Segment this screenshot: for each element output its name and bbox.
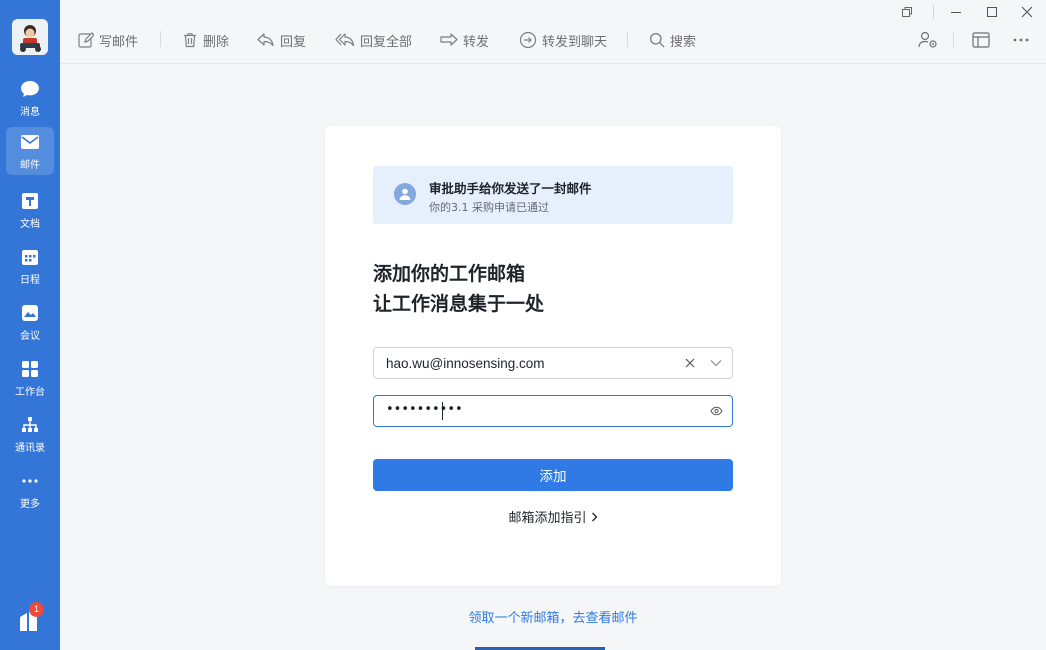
banner-title: 审批助手给你发送了一封邮件 [429,181,592,196]
notification-banner: 审批助手给你发送了一封邮件 你的3.1 采购申请已通过 [373,166,733,224]
sidebar-item-label: 消息 [20,107,40,118]
toolbar-separator [160,31,161,47]
close-icon [1021,6,1033,18]
minimize-button[interactable] [945,2,967,22]
notifications-button[interactable]: 1 [16,602,44,633]
delete-button[interactable]: 删除 [182,28,229,52]
sidebar-item-label: 日程 [20,275,40,286]
sidebar-item-calendar[interactable]: 日程 [6,242,54,290]
toolbar: 写邮件 删除 回复 回复全部 转发 转发到聊天 搜索 [60,0,1046,64]
toolbar-separator [627,31,628,47]
reply-icon [257,33,274,47]
more-options-button[interactable] [1009,28,1033,52]
account-settings-button[interactable] [916,28,940,52]
sidebar-item-label: 邮件 [20,160,40,171]
search-button[interactable]: 搜索 [649,28,696,52]
user-settings-icon [918,31,937,48]
show-password-button[interactable] [707,402,725,420]
eye-icon [709,406,723,416]
layout-button[interactable] [969,28,993,52]
delete-label: 删除 [203,34,230,50]
get-new-mailbox-link[interactable]: 领取一个新邮箱，去查看邮件 [325,607,781,626]
forward-label: 转发 [463,34,490,50]
chevron-right-icon [591,511,598,526]
sidebar-item-label: 更多 [20,499,40,510]
maximize-button[interactable] [981,2,1003,22]
calendar-icon [19,246,41,268]
search-icon [649,32,665,48]
workplace-icon [19,358,41,380]
forward-button[interactable]: 转发 [440,28,489,52]
add-mailbox-card: 审批助手给你发送了一封邮件 你的3.1 采购申请已通过 添加你的工作邮箱 让工作… [325,126,781,586]
compose-button[interactable]: 写邮件 [78,28,138,52]
reply-all-icon [335,33,355,47]
add-button[interactable]: 添加 [373,459,733,491]
message-icon [19,78,41,100]
mail-icon [19,131,41,153]
forward-chat-label: 转发到聊天 [542,34,608,50]
sidebar-item-contacts[interactable]: 通讯录 [6,410,54,458]
text-caret [442,402,443,420]
sidebar-item-label: 工作台 [15,387,45,398]
forward-chat-icon [519,31,537,49]
meeting-icon [19,302,41,324]
guide-label: 邮箱添加指引 [508,511,587,526]
maximize-icon [987,7,997,17]
sidebar-item-label: 会议 [20,331,40,342]
sidebar: 消息 邮件 文档 日程 会议 工作台 通讯录 更多 1 [0,0,60,650]
password-input[interactable]: •••••••••• [386,402,463,417]
sidebar-item-messages[interactable]: 消息 [6,74,54,122]
pin-icon [902,7,912,17]
document-icon [19,190,41,212]
contacts-icon [19,414,41,436]
close-window-button[interactable] [1016,2,1038,22]
sidebar-item-label: 文档 [20,219,40,230]
avatar[interactable] [12,19,48,55]
forward-icon [440,33,458,46]
notification-badge: 1 [29,602,44,617]
pin-window-button[interactable] [896,2,918,22]
trash-icon [184,33,196,48]
clear-icon [685,358,695,368]
title-line-1: 添加你的工作邮箱 [373,263,526,285]
sidebar-item-docs[interactable]: 文档 [6,186,54,234]
title-line-2: 让工作消息集于一处 [373,293,545,315]
forward-to-chat-button[interactable]: 转发到聊天 [519,28,607,52]
search-label: 搜索 [670,34,697,50]
email-field[interactable] [373,347,733,379]
sidebar-item-workplace[interactable]: 工作台 [6,354,54,402]
email-input[interactable] [386,348,666,378]
sidebar-item-mail[interactable]: 邮件 [6,127,54,175]
layout-icon [972,32,990,48]
password-field[interactable]: •••••••••• [373,395,733,427]
compose-label: 写邮件 [99,34,139,50]
more-dots-icon [1013,38,1029,42]
chevron-down-icon [710,360,722,367]
dropdown-button[interactable] [707,354,725,372]
sidebar-item-meetings[interactable]: 会议 [6,298,54,346]
reply-label: 回复 [280,34,307,50]
more-icon [19,470,41,492]
minimize-icon [951,12,961,13]
user-avatar-icon [394,183,416,205]
sidebar-item-label: 通讯录 [15,443,45,454]
clear-button[interactable] [681,354,699,372]
page-title: 添加你的工作邮箱 让工作消息集于一处 [373,259,544,319]
mailbox-guide-link[interactable]: 邮箱添加指引 [325,507,781,526]
reply-button[interactable]: 回复 [257,28,306,52]
compose-icon [78,32,94,48]
sidebar-item-more[interactable]: 更多 [6,466,54,514]
window-separator [933,5,934,19]
toolbar-separator [953,31,954,47]
reply-all-label: 回复全部 [360,34,413,50]
banner-subtitle: 你的3.1 采购申请已通过 [429,201,549,214]
reply-all-button[interactable]: 回复全部 [335,28,412,52]
